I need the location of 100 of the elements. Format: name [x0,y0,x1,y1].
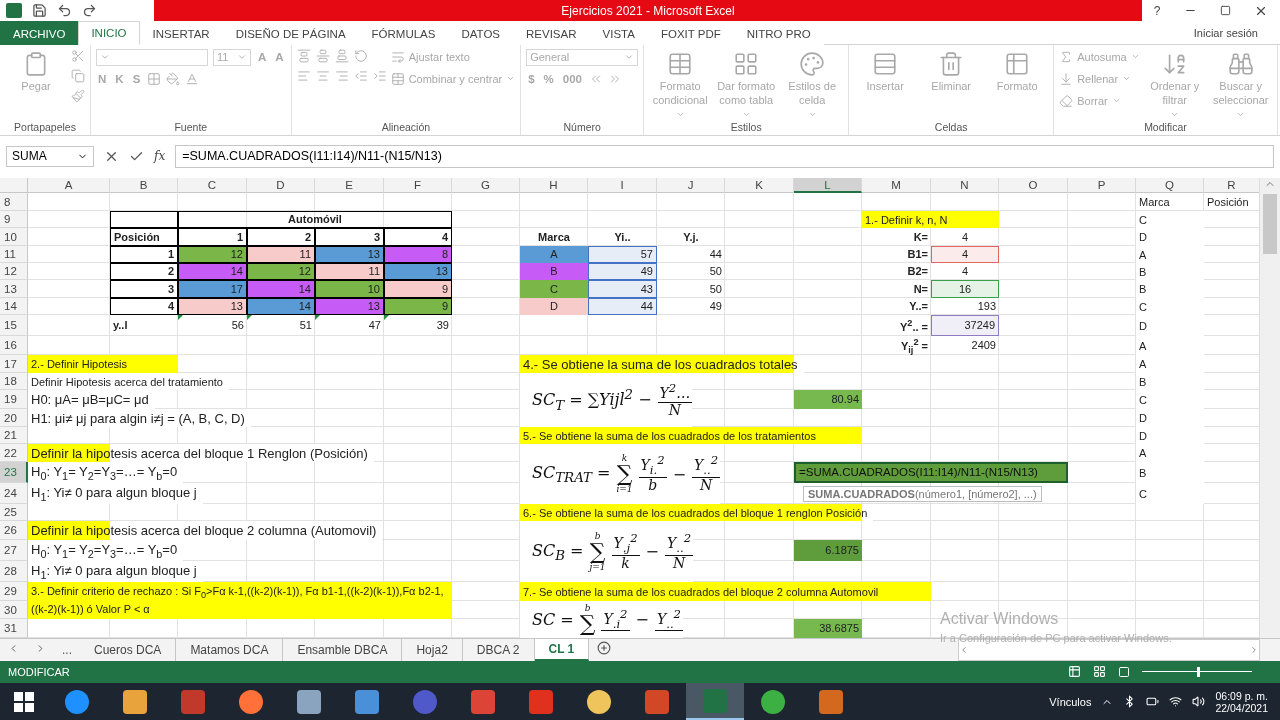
column-header[interactable]: H [520,178,588,194]
name-box[interactable]: SUMA [6,145,94,167]
row-header[interactable]: 20 [0,409,28,428]
formula-field[interactable]: =SUMA.CUADRADOS(I11:I14)/N11-(N15/N13) [175,144,1274,168]
page-layout-icon[interactable] [1093,665,1106,679]
file-tab[interactable]: ARCHIVO [0,21,79,45]
ribbon-tab[interactable]: INICIO [78,21,140,45]
column-header[interactable]: M [862,178,931,194]
column-header[interactable]: F [384,178,452,194]
table-cell: 12 [247,263,315,281]
table-cell: 4 [931,246,999,264]
save-icon[interactable] [32,3,47,19]
column-header[interactable]: R [1204,178,1259,194]
taskbar-app[interactable] [686,683,744,720]
column-header[interactable]: Q [1136,178,1204,194]
table-cell: 2.- Definir Hipotesis [28,355,178,374]
scroll-thumb[interactable] [1263,194,1277,255]
redo-icon[interactable] [82,3,97,19]
insert-function-button[interactable]: fx [154,149,166,163]
row-header[interactable]: 28 [0,561,28,583]
column-header[interactable]: A [28,178,110,194]
table-cell: 13 [315,298,384,316]
table-cell: B [1136,280,1204,299]
table-cell: B [1136,462,1204,484]
column-header[interactable]: D [247,178,315,194]
row-header[interactable]: 17 [0,355,28,374]
sheet-tab[interactable]: DBCA 2 [462,639,535,661]
restore-icon[interactable] [1220,5,1231,17]
row-header[interactable]: 12 [0,263,28,281]
copy-icon [71,68,85,83]
group-label: Fuente [173,120,209,135]
table-cell-text: 50 [708,264,723,280]
links-toolbar[interactable]: Vínculos [1049,695,1092,708]
table-cell: H1: μi≠ μj para algin i≠j = (A, B, C, D) [28,409,251,428]
row-header[interactable]: 27 [0,540,28,562]
table-cell: H$_{1}$: Yi≠ 0 para algun bloque j [28,483,203,505]
volume-icon[interactable] [1192,695,1206,708]
trash-icon [938,50,965,77]
undo-icon[interactable] [57,3,72,19]
vertical-scrollbar[interactable] [1259,178,1280,639]
row-header[interactable]: 21 [0,427,28,445]
zoom-thumb[interactable] [1197,666,1200,677]
app-tile-icon [239,689,263,714]
table-cell: 3.- Definir criterio de rechazo : Si F$_{0}$>Fα k-1,((k-2)(k-1)), Fα b1-1,((k-2)(k-1)),Fα b2-1,((k-2)(k-1)) ó Valor P < α [28,582,452,620]
row-header[interactable]: 11 [0,246,28,264]
normal-view-icon[interactable] [1068,665,1081,679]
group-label: Estilos [729,121,763,136]
column-header[interactable]: G [452,178,520,194]
column-header[interactable]: N [931,178,999,194]
page-break-icon[interactable] [1118,665,1130,678]
column-header[interactable]: O [999,178,1068,194]
table-cell: 7.- Se obtiene la suma de los cuadrados del bloque 2 columna Automovil [520,582,931,602]
table-cell-text: K= [912,229,929,245]
row-header[interactable]: 24 [0,483,28,505]
row-header[interactable]: 18 [0,373,28,391]
table-cell-text: 193 [976,299,997,315]
more-sheets-button[interactable]: ... [54,642,80,657]
row-header[interactable]: 19 [0,390,28,410]
table-cell: Definir Hipotesis acerca del tratamiento [28,373,229,391]
binoculars-icon [1227,50,1254,77]
help-button[interactable]: ? [1153,3,1161,18]
column-header[interactable]: K [725,178,794,194]
row-header[interactable]: 22 [0,444,28,463]
row-header[interactable]: 13 [0,280,28,299]
sign-in-link[interactable]: Iniciar sesión [1193,26,1280,39]
row-header[interactable]: 30 [0,601,28,620]
row-header[interactable]: 14 [0,298,28,316]
table-cell: 44 [588,298,657,316]
row-header[interactable]: 10 [0,228,28,247]
row-header[interactable]: 31 [0,619,28,639]
column-header[interactable]: L [794,178,862,194]
add-sheet-icon[interactable] [597,641,612,656]
row-header[interactable]: 16 [0,336,28,356]
column-header[interactable]: B [110,178,178,194]
sheet-tab[interactable]: Hoja2 [402,639,463,661]
formula-cell[interactable]: =SUMA.CUADRADOS(I11:I14)/N11-(N15/N13) [794,462,1068,484]
wifi-icon[interactable] [1169,695,1183,708]
table-cell: B [1136,373,1204,391]
battery-icon[interactable] [1146,695,1160,708]
row-header[interactable]: 25 [0,504,28,522]
row-header[interactable]: 15 [0,315,28,337]
row-header[interactable]: 9 [0,211,28,229]
column-header[interactable]: J [657,178,725,194]
sheet-tab[interactable]: CL 1 [534,639,590,661]
row-header[interactable]: 26 [0,521,28,541]
sheet-tab[interactable]: Matamos DCA [176,639,284,661]
column-header[interactable]: I [588,178,657,194]
app-tile-icon [65,689,89,714]
column-header[interactable]: C [178,178,247,194]
table-cell-text: Y..= [908,299,929,315]
sheet-tab[interactable]: Ensamble DBCA [283,639,403,661]
row-header[interactable]: 29 [0,582,28,602]
column-header[interactable]: P [1068,178,1136,194]
sheet-tab[interactable]: Cueros DCA [80,639,177,661]
column-header[interactable]: E [315,178,384,194]
table-cell-text: B2= [906,264,929,280]
row-header[interactable]: 8 [0,193,28,212]
table-cell-text: 4 [960,229,970,245]
table-cell: 2 [247,228,315,247]
row-header[interactable]: 23 [0,462,28,484]
